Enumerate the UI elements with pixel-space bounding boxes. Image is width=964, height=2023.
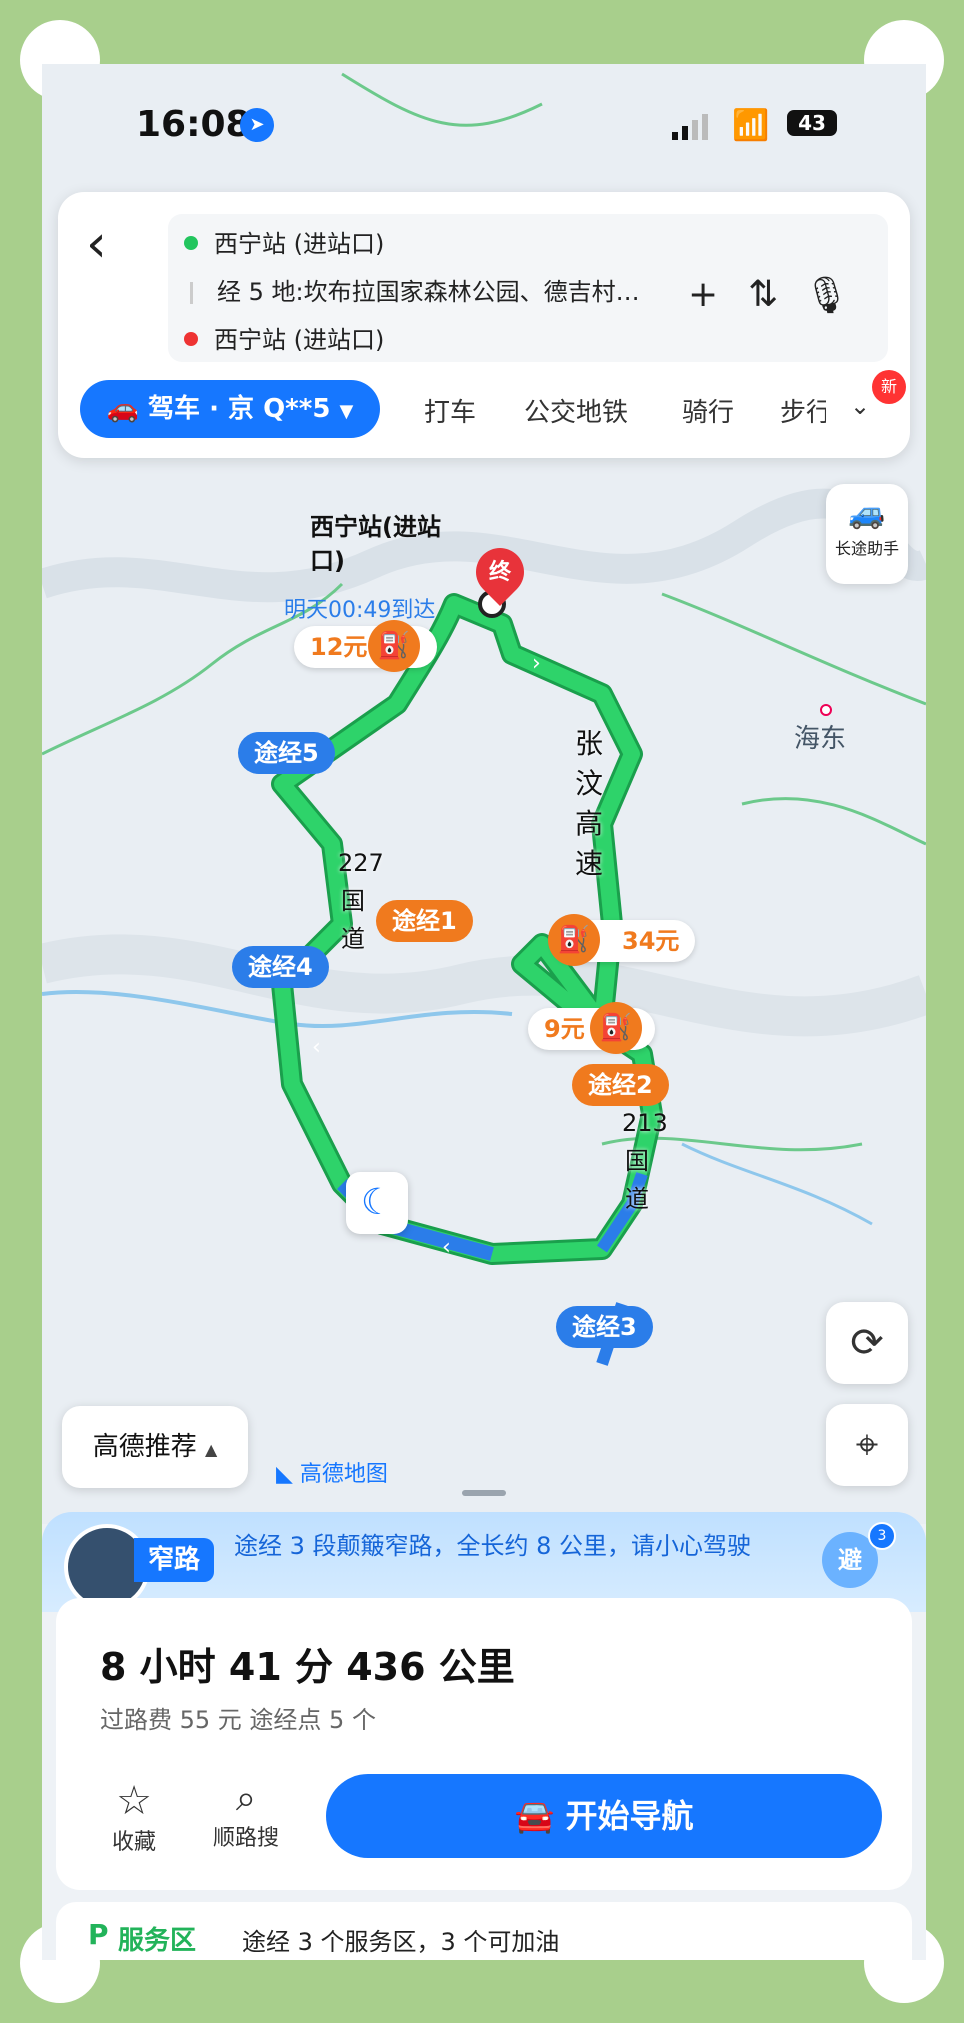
highway-label: 张汶高速 — [574, 727, 603, 880]
toll-station-icon: ⛽ — [368, 620, 420, 672]
waypoints-field[interactable]: 经 5 地:坎布拉国家森林公园、德吉村… — [184, 272, 640, 307]
search-along-label: 顺路搜 — [212, 1826, 279, 1851]
service-area-label: 服务区 — [118, 1926, 197, 1956]
more-modes-chevron-icon[interactable]: ⌄ — [850, 392, 870, 420]
end-dot-icon — [184, 332, 198, 346]
recommend-dropdown[interactable]: 高德推荐 ▲ — [62, 1406, 248, 1488]
city-label-haidong: 海东 — [794, 724, 847, 754]
route-bottom-sheet: 窄路 途经 3 段颠簸窄路，全长约 8 公里，请小心驾驶 避 3 8 小时 41… — [42, 1512, 926, 1960]
wifi-icon: 📶 — [732, 108, 770, 143]
amap-logo: ◣ 高德地图 — [276, 1456, 388, 1488]
end-text: 西宁站 (进站口) — [214, 326, 385, 354]
amap-logo-icon: ◣ — [276, 1462, 293, 1487]
add-waypoint-icon[interactable]: + — [688, 274, 718, 315]
battery-indicator: 43 — [787, 110, 837, 136]
toll-station-icon: ⛽ — [548, 914, 600, 966]
favorite-label: 收藏 — [111, 1830, 156, 1855]
narrow-road-notice[interactable]: 窄路 途经 3 段颠簸窄路，全长约 8 公里，请小心驾驶 避 3 — [42, 1512, 926, 1612]
route-input-card: ‹ 西宁站 (进站口) 经 5 地:坎布拉国家森林公园、德吉村… 西宁站 (进站… — [58, 192, 910, 458]
long-trip-helper-button[interactable]: 🚙 长途助手 — [826, 484, 908, 584]
waypoint-pin-2[interactable]: 途经2 — [572, 1064, 669, 1106]
drag-handle[interactable] — [462, 1490, 506, 1496]
waypoint-pin-4[interactable]: 途经4 — [232, 946, 329, 988]
car-icon: 🚗 — [106, 394, 139, 424]
tab-drive-label: 驾车 · 京 Q**5 — [148, 394, 331, 424]
long-trip-helper-label: 长途助手 — [834, 539, 899, 558]
phone-screen: ‹ ‹ › 西宁站(进站口) 终 明天00:49到达 海东 张汶高速 227国道… — [42, 64, 926, 1960]
locate-icon[interactable]: ⌖ — [826, 1404, 908, 1486]
tab-transit[interactable]: 公交地铁 — [524, 392, 628, 429]
favorite-button[interactable]: ☆ 收藏 — [84, 1778, 184, 1856]
new-badge: 新 — [872, 370, 906, 404]
status-bar: 16:08 ➤ 📶 43 — [42, 64, 926, 174]
route-inputs: 西宁站 (进站口) 经 5 地:坎布拉国家森林公园、德吉村… 西宁站 (进站口)… — [168, 214, 888, 362]
waypoint-pin-1[interactable]: 途经1 — [376, 900, 473, 942]
tab-bike[interactable]: 骑行 — [682, 392, 734, 429]
car-route-icon: 🚙 — [848, 496, 886, 531]
location-arrow-icon: ➤ — [240, 108, 274, 142]
service-area-row[interactable]: P 服务区 途经 3 个服务区，3 个可加油 — [56, 1902, 912, 1960]
start-navigation-button[interactable]: 🚘 开始导航 — [326, 1774, 882, 1858]
tab-walk[interactable]: 步行 — [780, 392, 826, 429]
back-arrow-icon[interactable]: ‹ — [86, 216, 107, 272]
search-icon: ⌕ — [235, 1778, 257, 1819]
waypoint-pin-5[interactable]: 途经5 — [238, 732, 335, 774]
tab-drive[interactable]: 🚗 驾车 · 京 Q**5 ▼ — [80, 380, 380, 438]
waypoints-text: 经 5 地:坎布拉国家森林公园、德吉村… — [217, 278, 640, 306]
cellular-signal-icon — [672, 114, 708, 140]
transport-mode-tabs: 🚗 驾车 · 京 Q**5 ▼ 打车 公交地铁 骑行 步行 ⌄ 新 — [58, 370, 910, 450]
start-field[interactable]: 西宁站 (进站口) — [184, 224, 384, 259]
svg-text:›: › — [532, 651, 541, 676]
service-area-icon: P — [88, 1918, 109, 1951]
car-icon: 🚘 — [514, 1797, 555, 1835]
waypoint-pin-3[interactable]: 途经3 — [556, 1306, 653, 1348]
service-area-text: 途经 3 个服务区，3 个可加油 — [242, 1928, 560, 1956]
avoid-count-badge: 3 — [868, 1522, 896, 1550]
start-navigation-label: 开始导航 — [565, 1797, 694, 1835]
svg-text:‹: ‹ — [312, 1035, 321, 1060]
route-summary-card: 8 小时 41 分 436 公里 过路费 55 元 途经点 5 个 ☆ 收藏 ⌕… — [56, 1598, 912, 1890]
road-label-227: 227国道 — [338, 849, 384, 953]
amap-logo-text: 高德地图 — [299, 1462, 388, 1487]
duration-distance: 8 小时 41 分 436 公里 — [100, 1645, 515, 1689]
status-time: 16:08 — [136, 104, 251, 145]
svg-text:‹: ‹ — [442, 1235, 451, 1260]
narrow-road-tag: 窄路 — [134, 1538, 215, 1582]
recommend-label: 高德推荐 — [92, 1432, 197, 1462]
refresh-icon[interactable]: ⟳ — [826, 1302, 908, 1384]
arrival-time: 明天00:49到达 — [284, 598, 436, 623]
end-field[interactable]: 西宁站 (进站口) — [184, 320, 384, 355]
toll-station-icon: ⛽ — [590, 1002, 642, 1054]
chevron-up-icon: ▲ — [204, 1440, 218, 1459]
microphone-icon[interactable]: 🎙 — [804, 274, 850, 316]
narrow-road-text: 途经 3 段颠簸窄路，全长约 8 公里，请小心驾驶 — [234, 1532, 752, 1560]
end-marker-label: 终 — [488, 560, 511, 585]
night-moon-icon: ☾ — [346, 1172, 408, 1234]
swap-icon[interactable]: ⇅ — [748, 274, 778, 315]
tab-taxi[interactable]: 打车 — [424, 392, 476, 429]
divider — [190, 282, 193, 304]
tolls-waypoints: 过路费 55 元 途经点 5 个 — [100, 1706, 376, 1734]
destination-label: 西宁站(进站口) — [310, 513, 441, 575]
start-dot-icon — [184, 236, 198, 250]
chevron-down-icon: ▼ — [339, 401, 354, 422]
start-text: 西宁站 (进站口) — [214, 230, 385, 258]
star-icon: ☆ — [116, 1778, 152, 1824]
search-along-button[interactable]: ⌕ 顺路搜 — [196, 1778, 296, 1852]
road-label-213: 213国道 — [622, 1109, 668, 1213]
